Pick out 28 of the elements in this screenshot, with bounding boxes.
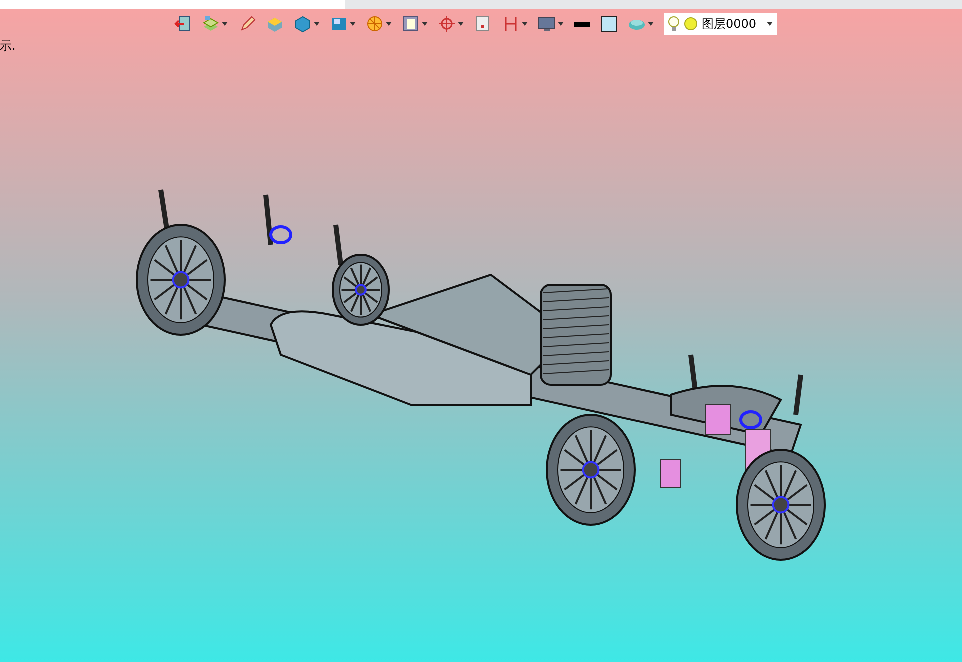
layer-dropdown[interactable]: 图层0000	[664, 13, 777, 35]
toolbar-button[interactable]	[598, 13, 620, 35]
hint-text: 示.	[0, 38, 16, 55]
crosshair-icon	[438, 15, 456, 33]
sheet-icon	[474, 15, 492, 33]
cube-icon	[266, 15, 284, 33]
caret-icon	[222, 22, 228, 26]
layers-icon	[202, 15, 220, 33]
monitor-icon	[538, 15, 556, 33]
caret-icon	[386, 22, 392, 26]
lightbulb-icon	[668, 16, 680, 32]
caret-icon	[522, 22, 528, 26]
caret-icon	[314, 22, 320, 26]
line-style-icon	[574, 22, 590, 26]
caret-icon	[558, 22, 564, 26]
exit-icon	[174, 15, 192, 33]
document-icon	[402, 15, 420, 33]
caret-icon	[648, 22, 654, 26]
sun-icon	[684, 17, 698, 31]
caret-icon	[422, 22, 428, 26]
caret-icon	[767, 22, 773, 26]
pen-icon	[238, 15, 256, 33]
caret-icon	[350, 22, 356, 26]
sphere-icon	[366, 15, 384, 33]
box-view-icon	[330, 15, 348, 33]
caret-icon	[458, 22, 464, 26]
cube-icon	[294, 15, 312, 33]
fill-color-icon	[600, 15, 618, 33]
